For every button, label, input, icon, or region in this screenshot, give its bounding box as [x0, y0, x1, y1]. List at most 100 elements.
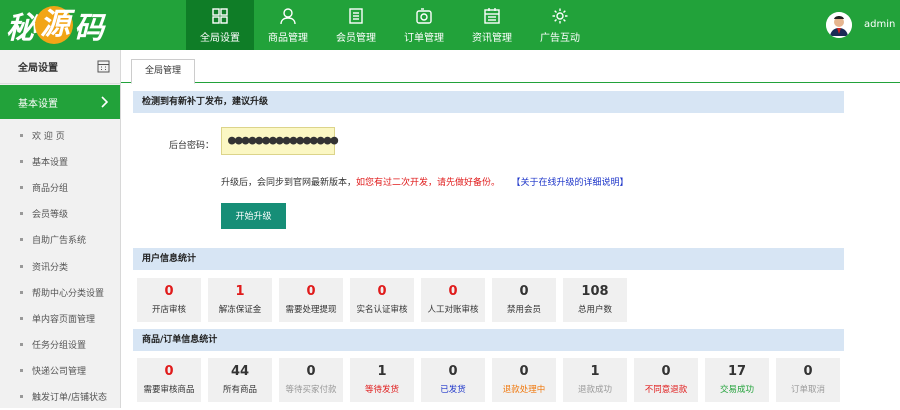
nav-global-settings[interactable]: 全局设置	[186, 0, 254, 50]
stat-value: 0	[164, 364, 174, 379]
stat-box[interactable]: 108 总用户数	[563, 278, 627, 322]
calculator-icon[interactable]	[97, 60, 110, 73]
stat-box[interactable]: 0 需要审核商品	[137, 358, 201, 402]
nav-label: 会员管理	[336, 32, 376, 44]
stat-label: 交易成功	[719, 385, 754, 395]
nav-ads[interactable]: 广告互动	[526, 0, 594, 50]
upgrade-notice: 升级后，会同步到官网最新版本，如您有过二次开发，请先做好备份。 【关于在线升级的…	[221, 175, 629, 188]
sidebar-title: 全局设置	[18, 63, 58, 74]
stat-value: 108	[581, 284, 609, 299]
logo[interactable]: 秘源码	[6, 6, 104, 46]
upgrade-heading: 检测到有新补丁发布，建议升级	[133, 91, 844, 113]
stat-box[interactable]: 17 交易成功	[705, 358, 769, 402]
stat-value: 1	[590, 364, 600, 379]
order-stats: 0 需要审核商品 44 所有商品 0 等待买家付款 1 等待发货 0 已发货 0 退款处理中…	[137, 358, 847, 402]
nav-members[interactable]: 会员管理	[322, 0, 390, 50]
stat-box[interactable]: 0 订单取消	[776, 358, 840, 402]
stat-box[interactable]: 0 需要处理提现	[279, 278, 343, 322]
nav-label: 广告互动	[540, 32, 580, 44]
username[interactable]: admin	[864, 19, 895, 30]
stat-label: 禁用会员	[506, 305, 541, 315]
sidebar-list: 欢 迎 页 基本设置 商品分组 会员等级 自助广告系统 资讯分类 帮助中心分类设…	[0, 119, 120, 410]
stat-label: 等待发货	[364, 385, 399, 395]
stat-label: 需要处理提现	[285, 305, 337, 315]
password-field[interactable]: ●●●●●●●●●●●●●●●●	[221, 127, 338, 155]
sidebar-item[interactable]: 触发订单/店铺状态	[0, 384, 120, 410]
grid-icon	[212, 7, 228, 24]
stat-label: 退款成功	[577, 385, 612, 395]
chevron-right-icon	[101, 96, 108, 108]
stat-box[interactable]: 44 所有商品	[208, 358, 272, 402]
sidebar-active-label: 基本设置	[18, 98, 58, 110]
logo-part1: 秘	[6, 11, 36, 46]
stat-value: 0	[306, 284, 316, 299]
nav-news[interactable]: 资讯管理	[458, 0, 526, 50]
stat-box[interactable]: 0 开店审核	[137, 278, 201, 322]
stat-value: 0	[661, 364, 671, 379]
stat-box[interactable]: 0 不同意退款	[634, 358, 698, 402]
stat-box[interactable]: 1 退款成功	[563, 358, 627, 402]
stat-box[interactable]: 0 已发货	[421, 358, 485, 402]
main-nav: 全局设置 商品管理 会员管理 订单管理 资讯管理 广告互动	[186, 0, 594, 50]
logo-part2: 源	[35, 6, 73, 44]
sidebar-item[interactable]: 帮助中心分类设置	[0, 279, 120, 305]
tab-bar: 全局管理	[121, 50, 900, 84]
sidebar-item[interactable]: 商品分组	[0, 174, 120, 200]
stat-box[interactable]: 0 人工对账审核	[421, 278, 485, 322]
nav-label: 全局设置	[200, 32, 240, 44]
sidebar-item[interactable]: 基本设置	[0, 148, 120, 174]
stat-value: 0	[519, 364, 529, 379]
stat-value: 1	[235, 284, 245, 299]
nav-label: 资讯管理	[472, 32, 512, 44]
stat-value: 0	[164, 284, 174, 299]
password-label: 后台密码：	[169, 141, 215, 151]
nav-label: 订单管理	[404, 32, 444, 44]
start-upgrade-button[interactable]: 开始升级	[221, 203, 286, 229]
stat-label: 退款处理中	[502, 385, 546, 395]
nav-products[interactable]: 商品管理	[254, 0, 322, 50]
stat-label: 实名认证审核	[356, 305, 408, 315]
sidebar-item[interactable]: 会员等级	[0, 201, 120, 227]
avatar[interactable]	[826, 12, 852, 38]
sidebar-item[interactable]: 自助广告系统	[0, 227, 120, 253]
tab-global-management[interactable]: 全局管理	[131, 59, 195, 84]
stat-value: 0	[448, 284, 458, 299]
nav-orders[interactable]: 订单管理	[390, 0, 458, 50]
notice-text: 升级后，会同步到官网最新版本，	[221, 178, 357, 188]
stat-label: 不同意退款	[644, 385, 688, 395]
stat-box[interactable]: 1 解冻保证金	[208, 278, 272, 322]
nav-label: 商品管理	[268, 32, 308, 44]
stat-value: 0	[306, 364, 316, 379]
stat-box[interactable]: 0 退款处理中	[492, 358, 556, 402]
stat-value: 0	[519, 284, 529, 299]
stat-value: 44	[230, 364, 250, 379]
user-icon	[280, 7, 296, 24]
stat-label: 订单取消	[790, 385, 825, 395]
stat-box[interactable]: 1 等待发货	[350, 358, 414, 402]
sidebar-item[interactable]: 资讯分类	[0, 253, 120, 279]
stat-label: 人工对账审核	[427, 305, 479, 315]
camera-icon	[416, 7, 432, 24]
stat-value: 17	[727, 364, 747, 379]
notice-warning: 如您有过二次开发，请先做好备份。	[356, 178, 501, 188]
stat-box[interactable]: 0 实名认证审核	[350, 278, 414, 322]
gear-icon	[552, 8, 568, 23]
sidebar-item[interactable]: 欢 迎 页	[0, 122, 120, 148]
main-content: 全局管理 检测到有新补丁发布，建议升级 后台密码： ●●●●●●●●●●●●●●…	[121, 50, 900, 408]
sidebar-item[interactable]: 单内容页面管理	[0, 305, 120, 331]
user-stats: 0 开店审核 1 解冻保证金 0 需要处理提现 0 实名认证审核 0 人工对账审核 0 禁用…	[137, 278, 634, 322]
sidebar-header: 全局设置	[0, 50, 120, 84]
stat-value: 0	[448, 364, 458, 379]
stat-value: 0	[803, 364, 813, 379]
stat-box[interactable]: 0 等待买家付款	[279, 358, 343, 402]
sidebar-item-basic-settings-active[interactable]: 基本设置	[0, 85, 120, 119]
upgrade-details-link[interactable]: 【关于在线升级的详细说明】	[511, 178, 628, 188]
list-icon	[349, 7, 363, 24]
stat-box[interactable]: 0 禁用会员	[492, 278, 556, 322]
stat-value: 1	[377, 364, 387, 379]
top-bar: 秘源码 全局设置 商品管理 会员管理 订单管理 资讯管理 广告互动 admin	[0, 0, 900, 50]
stat-label: 解冻保证金	[218, 305, 262, 315]
sidebar-item[interactable]: 任务分组设置	[0, 332, 120, 358]
sidebar-item[interactable]: 快递公司管理	[0, 358, 120, 384]
sidebar: 全局设置 基本设置 欢 迎 页 基本设置 商品分组 会员等级 自助广告系统 资讯…	[0, 50, 121, 408]
